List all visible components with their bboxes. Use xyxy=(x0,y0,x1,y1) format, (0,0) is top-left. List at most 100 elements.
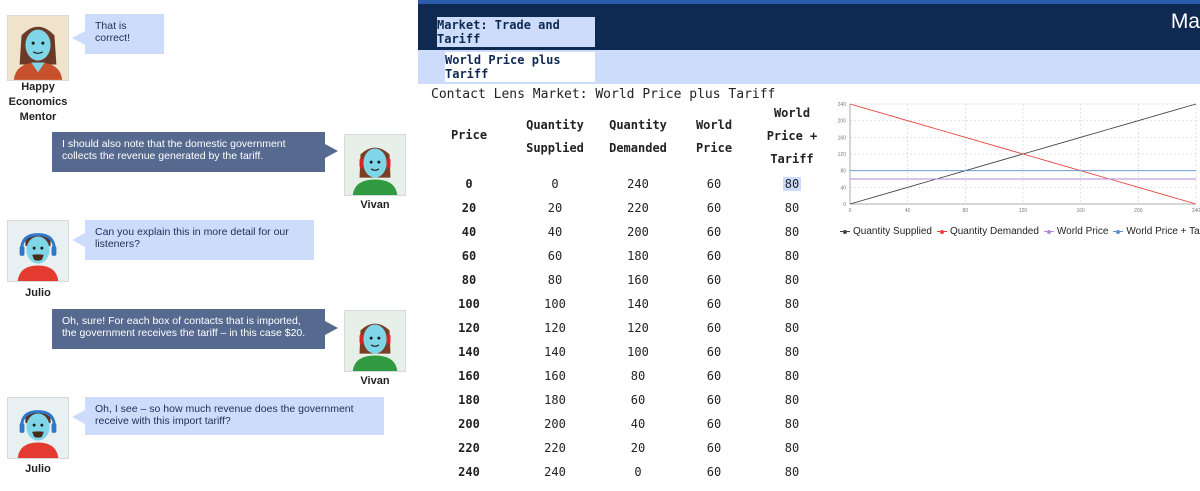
table-row: 120 120 120 60 80 xyxy=(436,316,831,340)
chart-canvas: 0 40 80 120 160 200 240 0 40 80 120 160 200 240 xyxy=(838,102,1200,214)
legend-item[interactable]: Quantity Supplied xyxy=(840,226,932,237)
cell-value: 60 xyxy=(706,369,722,383)
cell-quantity-demanded: 0 xyxy=(596,460,680,484)
cell-value: 0 xyxy=(465,177,473,191)
cell-value: 120 xyxy=(544,321,566,335)
cell-quantity-demanded: 140 xyxy=(596,292,680,316)
cell-value: 80 xyxy=(784,201,800,215)
y-tick-label: 200 xyxy=(838,119,847,125)
cell-value: 180 xyxy=(458,393,480,407)
cell-value: 80 xyxy=(784,297,800,311)
cell-value: 100 xyxy=(544,297,566,311)
cell-value: 220 xyxy=(544,441,566,455)
cell-quantity-demanded: 180 xyxy=(596,244,680,268)
chat-message: Can you explain this in more detail for … xyxy=(85,220,314,260)
y-tick-label: 120 xyxy=(838,152,847,158)
legend-item[interactable]: World Price xyxy=(1043,226,1109,237)
header-label: Price xyxy=(450,128,488,142)
x-tick-label: 240 xyxy=(1192,208,1200,214)
table-row: 220 220 20 60 80 xyxy=(436,436,831,460)
cell-world-price: 60 xyxy=(678,388,750,412)
cell-world-price-plus-tariff: 80 xyxy=(752,436,832,460)
x-tick-label: 40 xyxy=(905,208,911,214)
cell-value: 0 xyxy=(634,465,642,479)
cell-world-price: 60 xyxy=(678,268,750,292)
cell-quantity-demanded: 120 xyxy=(596,316,680,340)
legend-item[interactable]: World Price + Tariff xyxy=(1113,226,1200,237)
cell-value: 80 xyxy=(784,249,800,263)
market-table: Price Quantity Supplied Quantity Demande… xyxy=(436,100,831,484)
x-tick-label: 0 xyxy=(849,208,852,214)
cell-quantity-demanded: 240 xyxy=(596,172,680,196)
cell-quantity-supplied: 240 xyxy=(510,460,600,484)
vivan-avatar xyxy=(344,310,406,372)
cell-price: 80 xyxy=(436,268,502,292)
header-label: World xyxy=(773,106,811,120)
cell-price: 20 xyxy=(436,196,502,220)
cell-price: 100 xyxy=(436,292,502,316)
speaker-name-vivan: Vivan xyxy=(360,199,390,211)
cell-value: 140 xyxy=(544,345,566,359)
cell-world-price: 60 xyxy=(678,460,750,484)
header-label: Price + xyxy=(766,129,818,143)
cell-world-price-plus-tariff: 80 xyxy=(752,316,832,340)
legend-label: Quantity Supplied xyxy=(853,226,932,237)
cell-price: 40 xyxy=(436,220,502,244)
cell-value: 0 xyxy=(551,177,559,191)
table-row: 60 60 180 60 80 xyxy=(436,244,831,268)
legend-marker-icon xyxy=(1043,229,1054,235)
cell-quantity-supplied: 160 xyxy=(510,364,600,388)
cell-world-price: 60 xyxy=(678,244,750,268)
chat-message: That is correct! xyxy=(85,14,164,54)
cell-value: 60 xyxy=(461,249,477,263)
cell-world-price-plus-tariff: 80 xyxy=(752,220,832,244)
cell-value: 160 xyxy=(627,273,649,287)
cell-value: 80 xyxy=(784,441,800,455)
cell-world-price: 60 xyxy=(678,340,750,364)
table-row: 200 200 40 60 80 xyxy=(436,412,831,436)
bubble-tail xyxy=(72,233,85,247)
tab-market-trade-and-tariff[interactable]: Market: Trade and Tariff xyxy=(437,17,595,47)
cell-world-price-plus-tariff: 80 xyxy=(752,244,832,268)
table-row: 240 240 0 60 80 xyxy=(436,460,831,484)
cell-value: 160 xyxy=(458,369,480,383)
cell-value: 60 xyxy=(706,225,722,239)
cell-quantity-supplied: 60 xyxy=(510,244,600,268)
app-panel: Ma Market: Trade and Tariff World Price … xyxy=(418,0,1200,491)
header-label: World xyxy=(695,118,733,132)
y-tick-label: 240 xyxy=(838,102,847,108)
julio-avatar xyxy=(7,220,69,282)
chat-message: I should also note that the domestic gov… xyxy=(52,132,325,172)
cell-world-price-plus-tariff: 80 xyxy=(752,388,832,412)
cell-value: 200 xyxy=(544,417,566,431)
legend-label: World Price xyxy=(1056,226,1109,237)
tab-world-price-plus-tariff[interactable]: World Price plus Tariff xyxy=(445,52,595,82)
header-label: Demanded xyxy=(609,141,667,155)
cell-value: 100 xyxy=(458,297,480,311)
cell-value: 80 xyxy=(784,465,800,479)
cell-value: 40 xyxy=(547,225,563,239)
cell-value: 80 xyxy=(784,369,800,383)
supply-demand-chart: 0 40 80 120 160 200 240 0 40 80 120 160 200 240 xyxy=(828,98,1200,216)
legend-item[interactable]: Quantity Demanded xyxy=(936,226,1039,237)
cell-quantity-demanded: 40 xyxy=(596,412,680,436)
y-tick-label: 0 xyxy=(843,202,846,208)
cell-value: 180 xyxy=(627,249,649,263)
cell-world-price-plus-tariff: 80 xyxy=(752,340,832,364)
cell-value: 20 xyxy=(461,201,477,215)
cell-value: 80 xyxy=(630,369,646,383)
cell-price: 120 xyxy=(436,316,502,340)
cell-quantity-supplied: 180 xyxy=(510,388,600,412)
cell-quantity-demanded: 200 xyxy=(596,220,680,244)
col-header-quantity-supplied: Quantity Supplied xyxy=(510,114,600,160)
mentor-name-line: Mentor xyxy=(19,111,57,123)
y-tick-label: 40 xyxy=(840,185,846,191)
cell-world-price: 60 xyxy=(678,436,750,460)
cell-world-price-plus-tariff: 80 xyxy=(752,460,832,484)
cell-value: 200 xyxy=(458,417,480,431)
table-row: 140 140 100 60 80 xyxy=(436,340,831,364)
legend-label: Quantity Demanded xyxy=(949,226,1039,237)
cell-value: 240 xyxy=(458,465,480,479)
cell-quantity-supplied: 40 xyxy=(510,220,600,244)
cell-world-price-plus-tariff: 80 xyxy=(752,364,832,388)
